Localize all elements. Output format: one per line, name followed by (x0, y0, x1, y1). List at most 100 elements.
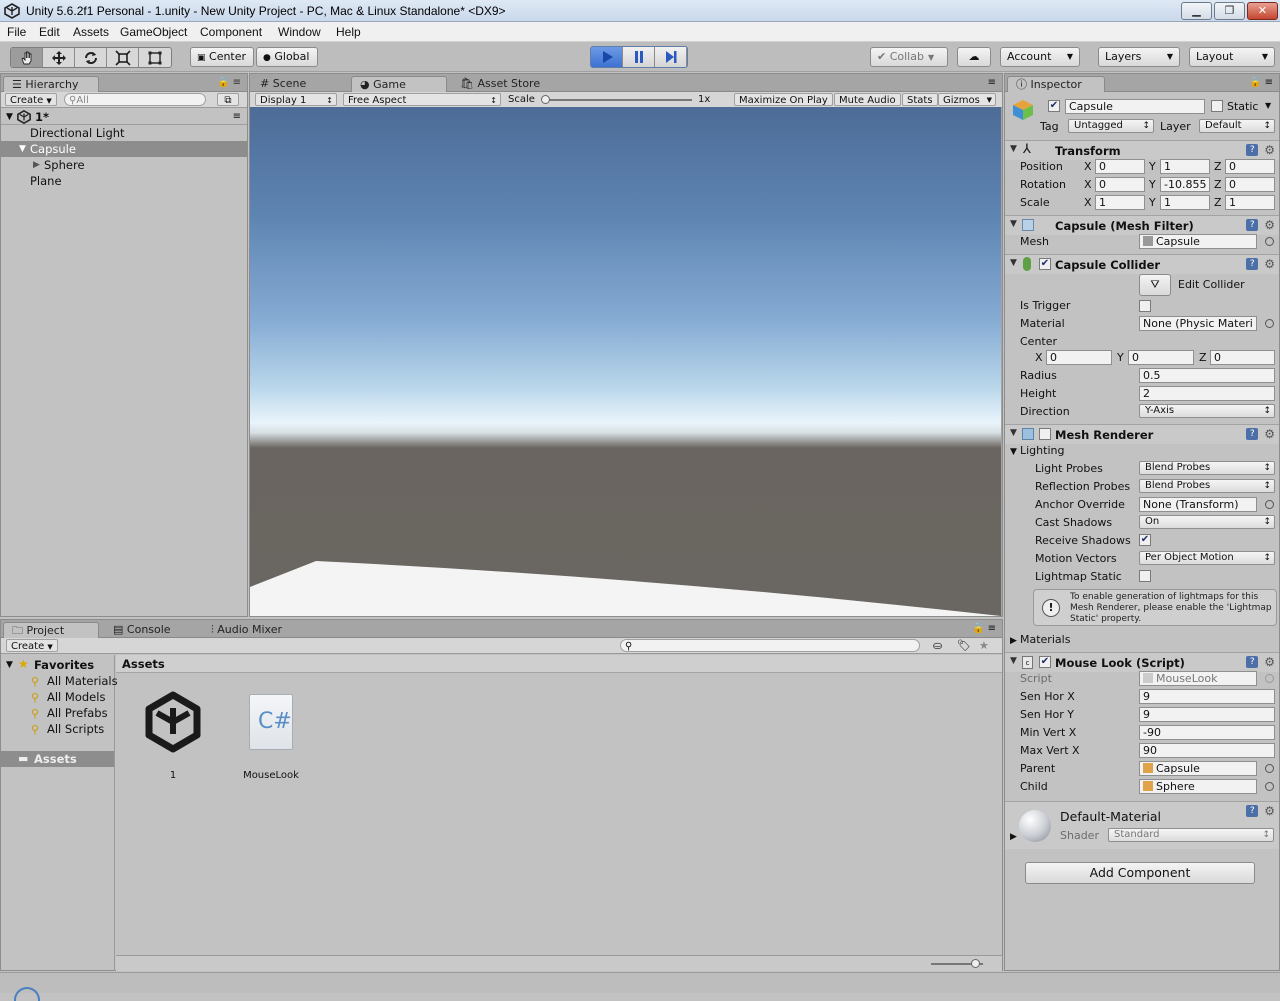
hierarchy-create-button[interactable]: Create ▼ (5, 93, 57, 106)
collapse-arrow-icon[interactable]: ▼ (1010, 144, 1017, 154)
capsule-collider-header[interactable]: ▼ ✔ Capsule Collider ? ⚙ (1005, 254, 1279, 274)
receive-shadows-checkbox[interactable]: ✔ (1139, 534, 1151, 546)
hierarchy-item-capsule[interactable]: ▼ Capsule (1, 141, 247, 157)
expand-arrow-icon[interactable]: ▼ (19, 141, 26, 157)
panel-menu-icon[interactable]: ≡ (988, 77, 996, 88)
tab-project[interactable]: 🗀 Project (3, 622, 99, 638)
step-button[interactable] (655, 47, 687, 67)
radius-field[interactable]: 0.5 (1139, 368, 1275, 383)
shader-dropdown[interactable]: Standard (1108, 828, 1274, 842)
menu-window[interactable]: Window (278, 25, 321, 39)
mesh-filter-header[interactable]: ▼ Capsule (Mesh Filter) ? ⚙ (1005, 215, 1279, 235)
rotation-x-field[interactable]: 0 (1095, 177, 1145, 192)
mouse-look-header[interactable]: ▼ c ✔ Mouse Look (Script) ? ⚙ (1005, 652, 1279, 672)
lighting-expand-icon[interactable]: ▼ (1010, 447, 1017, 457)
tab-game[interactable]: ◕ Game (351, 76, 447, 92)
min-vert-x-field[interactable]: -90 (1139, 725, 1275, 740)
menu-edit[interactable]: Edit (39, 25, 60, 39)
transform-header[interactable]: ▼ ⅄ Transform ? ⚙ (1005, 140, 1279, 160)
object-picker-icon[interactable] (1265, 500, 1274, 509)
pause-button[interactable] (623, 47, 655, 67)
hand-tool-icon[interactable] (11, 48, 43, 67)
rotation-y-field[interactable]: -10.855 (1160, 177, 1210, 192)
collider-enabled-checkbox[interactable]: ✔ (1039, 258, 1051, 270)
assets-folder-row[interactable]: ▬ Assets (1, 751, 114, 767)
hierarchy-search-input[interactable]: ⚲All (64, 93, 206, 106)
collab-button[interactable]: ✔ Collab ▼ (870, 47, 948, 67)
gear-icon[interactable]: ⚙ (1264, 656, 1275, 668)
asset-item-mouselook[interactable]: C# MouseLook (235, 690, 307, 786)
rotate-tool-icon[interactable] (75, 48, 107, 67)
hierarchy-item-plane[interactable]: Plane (1, 173, 247, 189)
move-tool-icon[interactable] (43, 48, 75, 67)
rect-tool-icon[interactable] (139, 48, 171, 67)
tab-scene[interactable]: # Scene (252, 76, 344, 92)
reflection-probes-dropdown[interactable]: Blend Probes (1139, 479, 1275, 493)
object-picker-icon[interactable] (1265, 237, 1274, 246)
tag-dropdown[interactable]: Untagged (1068, 119, 1154, 133)
anchor-override-field[interactable]: None (Transform) (1139, 497, 1257, 512)
layout-dropdown[interactable]: Layout ▼ (1189, 47, 1275, 67)
light-probes-dropdown[interactable]: Blend Probes (1139, 461, 1275, 475)
stats-toggle[interactable]: Stats (902, 93, 938, 106)
favorite-all-materials[interactable]: ⚲ All Materials (31, 674, 118, 688)
rotation-z-field[interactable]: 0 (1225, 177, 1275, 192)
direction-dropdown[interactable]: Y-Axis (1139, 404, 1275, 418)
position-z-field[interactable]: 0 (1225, 159, 1275, 174)
center-x-field[interactable]: 0 (1046, 350, 1112, 365)
panel-menu-icon[interactable]: 🔒 ≡ (972, 623, 996, 634)
help-icon[interactable]: ? (1246, 144, 1259, 156)
position-x-field[interactable]: 0 (1095, 159, 1145, 174)
account-dropdown[interactable]: Account ▼ (1000, 47, 1080, 67)
play-button[interactable] (591, 47, 623, 67)
hierarchy-item-sphere[interactable]: ▶ Sphere (1, 157, 247, 173)
menu-component[interactable]: Component (200, 25, 262, 39)
project-create-button[interactable]: Create ▼ (6, 639, 58, 652)
collapse-arrow-icon[interactable]: ▼ (1010, 219, 1017, 229)
pivot-center-toggle[interactable]: ▣ Center (190, 47, 254, 67)
renderer-enabled-checkbox[interactable] (1039, 428, 1051, 440)
collider-material-field[interactable]: None (Physic Materi (1139, 316, 1257, 331)
gear-icon[interactable]: ⚙ (1264, 428, 1275, 440)
pivot-global-toggle[interactable]: ● Global (256, 47, 318, 67)
scale-slider[interactable] (542, 99, 692, 101)
layer-dropdown[interactable]: Default (1199, 119, 1275, 133)
filter-type-icon[interactable]: ⛀ (933, 639, 942, 652)
collapse-arrow-icon[interactable]: ▶ (33, 157, 40, 173)
gear-icon[interactable]: ⚙ (1264, 805, 1275, 817)
maximize-on-play-toggle[interactable]: Maximize On Play (734, 93, 833, 106)
aspect-dropdown[interactable]: Free Aspect ↕ (343, 93, 501, 106)
help-icon[interactable]: ? (1246, 219, 1259, 231)
static-dropdown-icon[interactable]: ▼ (1265, 101, 1271, 110)
height-field[interactable]: 2 (1139, 386, 1275, 401)
tab-audio-mixer[interactable]: ⫶ Audio Mixer (203, 622, 313, 638)
menu-file[interactable]: File (7, 25, 26, 39)
tab-console[interactable]: ▤ Console (105, 622, 201, 638)
layers-dropdown[interactable]: Layers ▼ (1098, 47, 1180, 67)
child-field[interactable]: Sphere (1139, 779, 1257, 794)
active-checkbox[interactable]: ✔ (1048, 100, 1060, 112)
cloud-button[interactable]: ☁ (957, 47, 991, 67)
center-z-field[interactable]: 0 (1210, 350, 1275, 365)
object-picker-icon[interactable] (1265, 782, 1274, 791)
mesh-field[interactable]: Capsule (1139, 234, 1257, 249)
is-trigger-checkbox[interactable] (1139, 300, 1151, 312)
sen-hor-x-field[interactable]: 9 (1139, 689, 1275, 704)
center-y-field[interactable]: 0 (1128, 350, 1194, 365)
icon-size-slider-thumb[interactable] (971, 959, 980, 968)
help-icon[interactable]: ? (1246, 805, 1259, 817)
collapse-arrow-icon[interactable]: ▼ (1010, 258, 1017, 268)
help-icon[interactable]: ? (1246, 258, 1259, 270)
static-checkbox[interactable] (1211, 100, 1223, 112)
tab-inspector[interactable]: ⓘ Inspector (1007, 76, 1105, 92)
help-icon[interactable]: ? (1246, 656, 1259, 668)
materials-expand-icon[interactable]: ▶ (1010, 636, 1017, 646)
mesh-renderer-header[interactable]: ▼ Mesh Renderer ? ⚙ (1005, 424, 1279, 444)
minimize-button[interactable]: ▁ (1181, 2, 1212, 20)
mute-audio-toggle[interactable]: Mute Audio (834, 93, 901, 106)
position-y-field[interactable]: 1 (1160, 159, 1210, 174)
scale-tool-icon[interactable] (107, 48, 139, 67)
object-name-field[interactable]: Capsule (1065, 99, 1205, 114)
breadcrumb-assets[interactable]: Assets (122, 657, 165, 671)
gear-icon[interactable]: ⚙ (1264, 258, 1275, 270)
